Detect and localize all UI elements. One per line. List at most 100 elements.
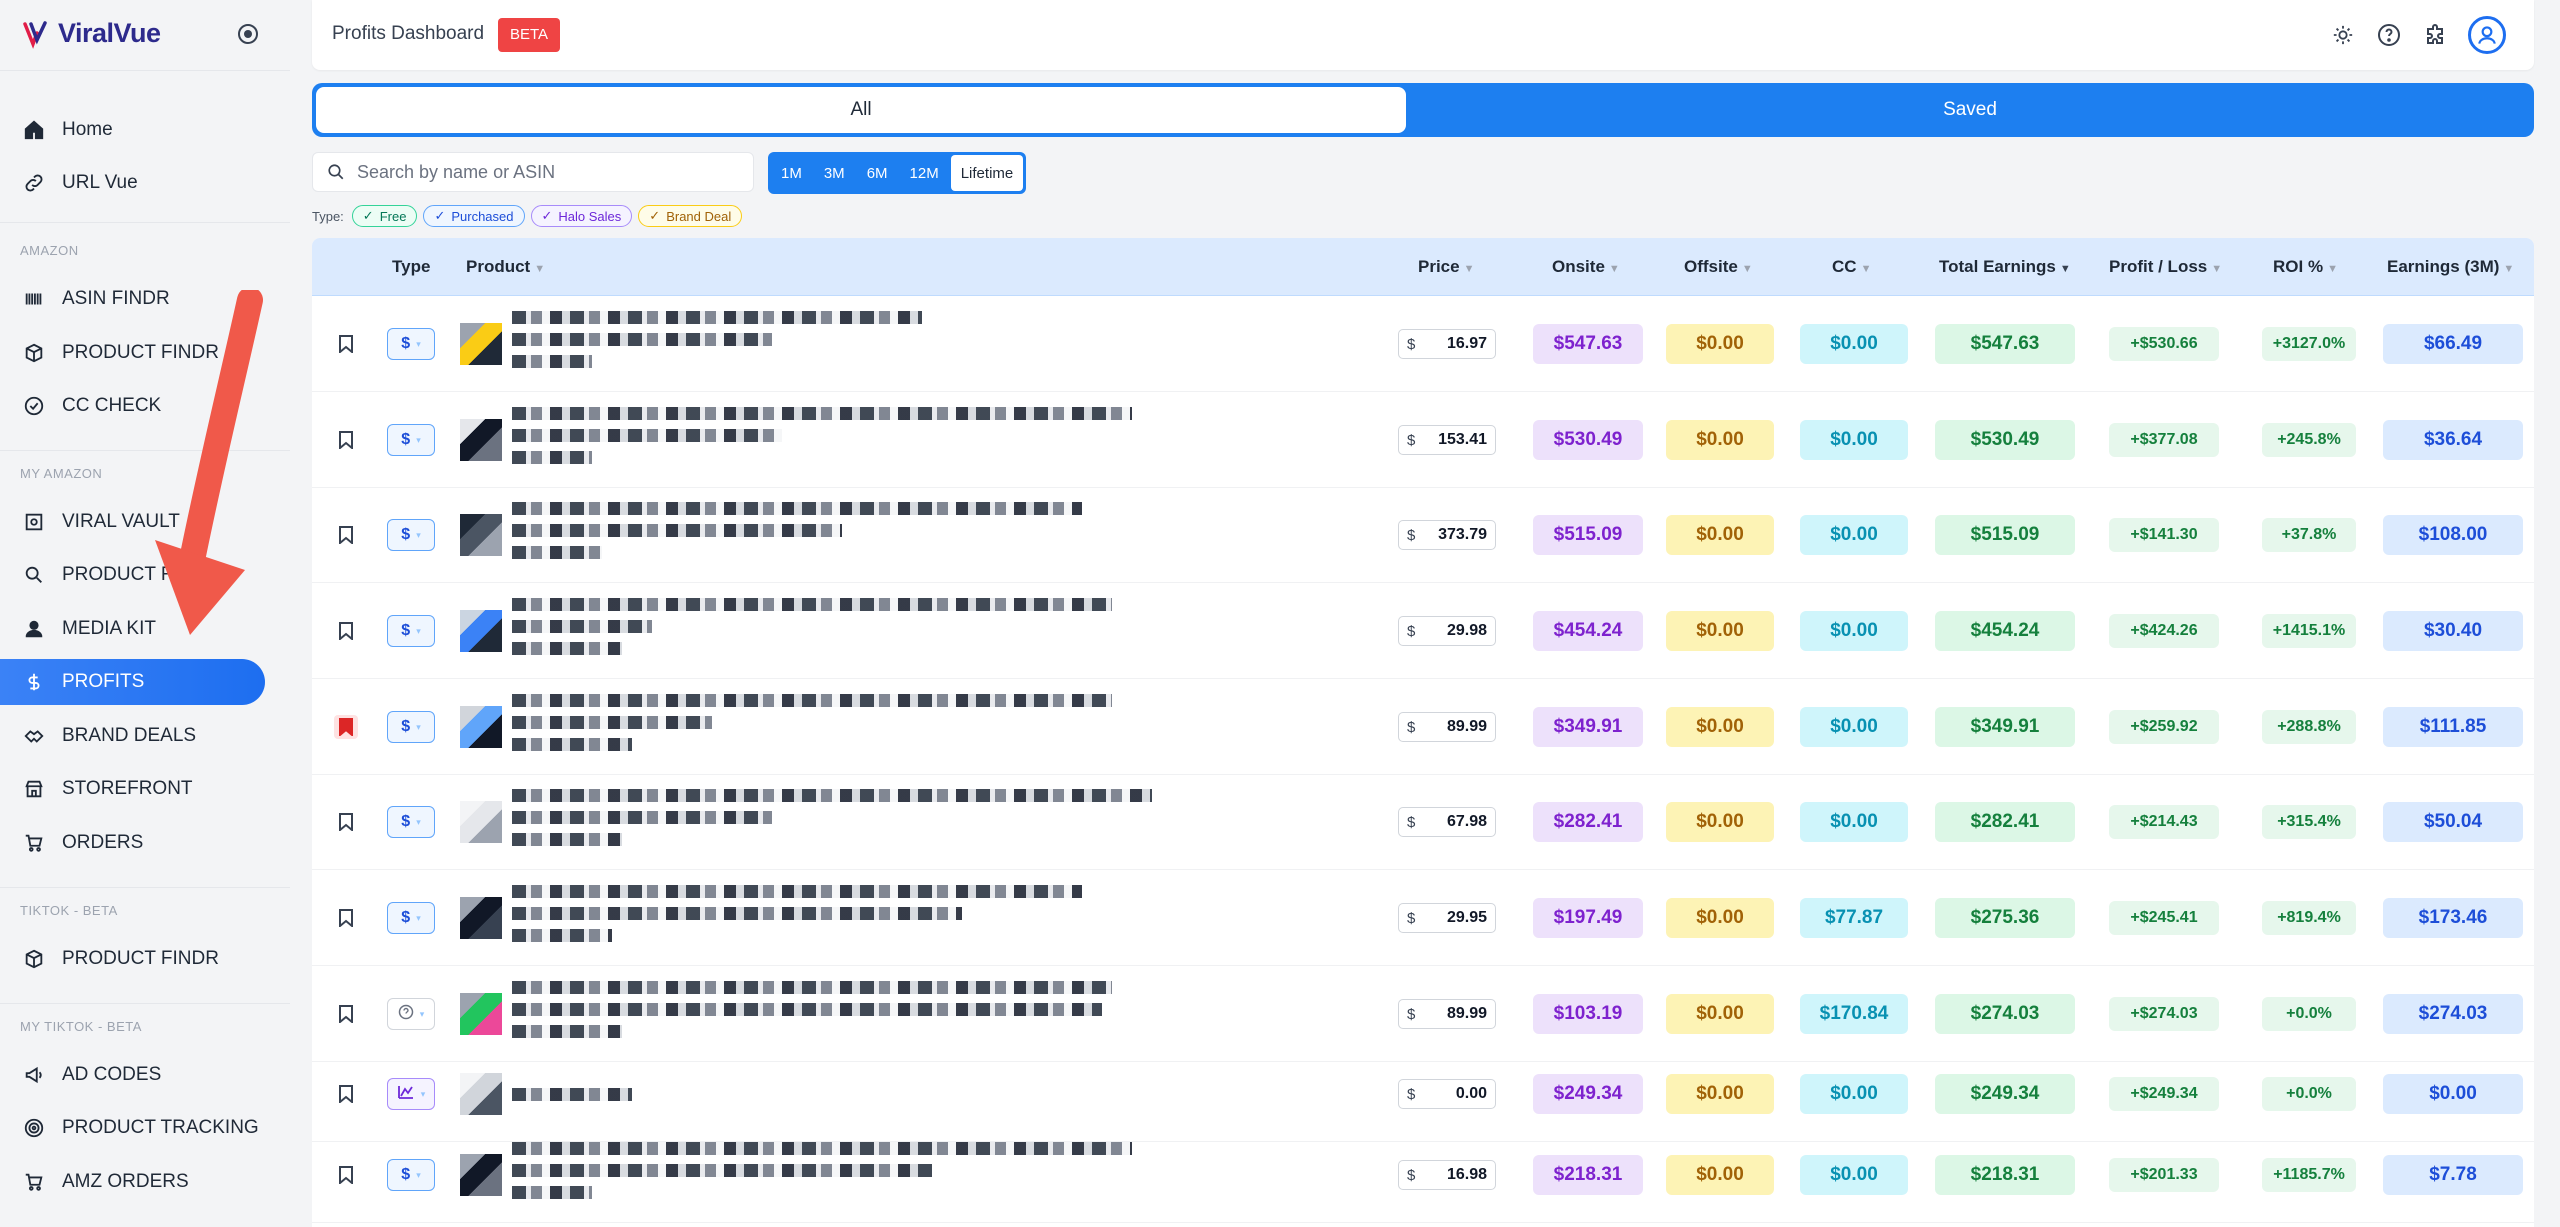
box-icon — [22, 341, 46, 365]
profit-loss-value: +$141.30 — [2109, 518, 2219, 552]
price-input[interactable]: $373.79 — [1398, 520, 1496, 550]
col-pl-label: Profit / Loss — [2109, 257, 2208, 276]
type-selector[interactable]: $ ▾ — [387, 806, 435, 838]
bookmark-icon[interactable] — [334, 1002, 358, 1026]
search-input[interactable] — [357, 161, 737, 183]
chip-purchased[interactable]: ✓ Purchased — [423, 205, 525, 227]
range-6m[interactable]: 6M — [857, 155, 898, 191]
sidebar-item-url-vue[interactable]: URL Vue — [0, 160, 265, 206]
table-row[interactable]: $ ▾ $16.98 $218.31 $0.00 $0.00 $218.31 +$201.33… — [312, 1127, 2534, 1223]
type-selector[interactable]: $ ▾ — [387, 615, 435, 647]
product-thumbnail[interactable] — [460, 801, 502, 843]
product-thumbnail[interactable] — [460, 610, 502, 652]
bookmark-icon[interactable] — [334, 523, 358, 547]
sidebar-item-asin-findr[interactable]: ASIN FINDR — [0, 276, 265, 322]
col-total-earnings[interactable]: Total Earnings ▼ — [1939, 257, 2071, 277]
sidebar-item-tiktok-product-findr[interactable]: PRODUCT FINDR — [0, 936, 265, 982]
product-thumbnail[interactable] — [460, 1073, 502, 1115]
bookmark-icon[interactable] — [334, 332, 358, 356]
type-selector[interactable]: $ ▾ — [387, 519, 435, 551]
table-row[interactable]: $ ▾ $67.98 $282.41 $0.00 $0.00 $282.41 +$214.43… — [312, 774, 2534, 870]
tab-saved[interactable]: Saved — [1410, 87, 2530, 133]
price-value: 29.98 — [1446, 622, 1487, 639]
col-product[interactable]: Product ▼ — [466, 257, 545, 277]
logo[interactable]: ViralVue — [22, 18, 161, 49]
sidebar-item-home[interactable]: Home — [0, 107, 265, 153]
product-thumbnail[interactable] — [460, 323, 502, 365]
price-input[interactable]: $16.98 — [1398, 1160, 1496, 1190]
redacted-text-line — [512, 642, 622, 655]
table-row[interactable]: $ ▾ $153.41 $530.49 $0.00 $0.00 $530.49 +$377.0… — [312, 392, 2534, 488]
sidebar-item-amz-orders[interactable]: AMZ ORDERS — [0, 1159, 265, 1205]
chip-halo-sales[interactable]: ✓ Halo Sales — [530, 205, 633, 227]
tab-all[interactable]: All — [316, 87, 1406, 133]
product-thumbnail[interactable] — [460, 706, 502, 748]
range-12m[interactable]: 12M — [900, 155, 949, 191]
range-lifetime[interactable]: Lifetime — [950, 155, 1024, 191]
puzzle-icon[interactable] — [2422, 22, 2448, 48]
price-input[interactable]: $16.97 — [1398, 329, 1496, 359]
sidebar-item-product-tracking[interactable]: PRODUCT TRACKING — [0, 1105, 265, 1151]
bookmark-icon[interactable] — [334, 1082, 358, 1106]
help-icon[interactable] — [2376, 22, 2402, 48]
sun-icon[interactable] — [2330, 22, 2356, 48]
price-input[interactable]: $29.95 — [1398, 903, 1496, 933]
theme-toggle-icon[interactable] — [238, 24, 258, 44]
price-input[interactable]: $89.99 — [1398, 712, 1496, 742]
sidebar-item-cc-check[interactable]: CC CHECK — [0, 383, 265, 429]
sidebar-item-label: PRODUCT TRACKING — [62, 1117, 259, 1138]
chip-free[interactable]: ✓ Free — [351, 205, 418, 227]
sidebar-item-viral-vault[interactable]: VIRAL VAULT — [0, 499, 265, 545]
bookmark-icon[interactable] — [334, 619, 358, 643]
table-row[interactable]: $ ▾ $29.95 $197.49 $0.00 $77.87 $275.36 +$245.4… — [312, 870, 2534, 966]
sidebar-item-ad-codes[interactable]: AD CODES — [0, 1052, 265, 1098]
sidebar-item-brand-deals[interactable]: BRAND DEALS — [0, 713, 265, 759]
type-selector[interactable]: $ ▾ — [387, 424, 435, 456]
col-cc[interactable]: CC ▼ — [1832, 257, 1871, 277]
product-thumbnail[interactable] — [460, 514, 502, 556]
price-input[interactable]: $67.98 — [1398, 807, 1496, 837]
price-input[interactable]: $153.41 — [1398, 425, 1496, 455]
price-input[interactable]: $29.98 — [1398, 616, 1496, 646]
sidebar-item-product-re[interactable]: PRODUCT RE — [0, 552, 265, 598]
sidebar-item-orders[interactable]: ORDERS — [0, 820, 265, 866]
product-thumbnail[interactable] — [460, 419, 502, 461]
user-avatar-icon[interactable] — [2468, 16, 2506, 54]
type-selector[interactable]: $ ▾ — [387, 328, 435, 360]
col-onsite[interactable]: Onsite ▼ — [1552, 257, 1620, 277]
chip-brand-deal[interactable]: ✓ Brand Deal — [638, 205, 743, 227]
product-thumbnail[interactable] — [460, 897, 502, 939]
cart-icon — [22, 831, 46, 855]
bookmark-icon[interactable] — [334, 906, 358, 930]
table-row[interactable]: $ ▾ $373.79 $515.09 $0.00 $0.00 $515.09 +$141.3… — [312, 487, 2534, 583]
table-row[interactable]: $ ▾ $89.99 $349.91 $0.00 $0.00 $349.91 +$259.92… — [312, 679, 2534, 775]
type-selector[interactable]: $ ▾ — [387, 711, 435, 743]
bookmark-icon[interactable] — [334, 1163, 358, 1187]
sidebar-item-product-findr[interactable]: PRODUCT FINDR — [0, 330, 265, 376]
type-selector[interactable]: ▾ — [387, 1078, 435, 1110]
sidebar-item-storefront[interactable]: STOREFRONT — [0, 766, 265, 812]
dollar-icon: $ — [401, 1166, 411, 1183]
table-row[interactable]: $ ▾ $29.98 $454.24 $0.00 $0.00 $454.24 +$424.26… — [312, 583, 2534, 679]
col-offsite[interactable]: Offsite ▼ — [1684, 257, 1753, 277]
bookmark-icon[interactable] — [334, 810, 358, 834]
col-roi[interactable]: ROI % ▼ — [2273, 257, 2338, 277]
col-earnings-3m[interactable]: Earnings (3M) ▼ — [2387, 257, 2514, 277]
sidebar-item-profits[interactable]: PROFITS — [0, 659, 265, 705]
range-3m[interactable]: 3M — [814, 155, 855, 191]
type-selector[interactable]: $ ▾ — [387, 1159, 435, 1191]
cc-value: $77.87 — [1800, 898, 1908, 938]
price-input[interactable]: $0.00 — [1398, 1079, 1496, 1109]
price-input[interactable]: $89.99 — [1398, 999, 1496, 1029]
product-thumbnail[interactable] — [460, 1154, 502, 1196]
col-price[interactable]: Price ▼ — [1418, 257, 1474, 277]
type-selector[interactable]: ▾ — [387, 998, 435, 1030]
product-thumbnail[interactable] — [460, 993, 502, 1035]
col-profit-loss[interactable]: Profit / Loss ▼ — [2109, 257, 2222, 277]
sidebar-item-media-kit[interactable]: MEDIA KIT — [0, 606, 265, 652]
table-row[interactable]: $ ▾ $16.97 $547.63 $0.00 $0.00 $547.63 +$530.66… — [312, 296, 2534, 392]
bookmark-icon[interactable] — [334, 428, 358, 452]
type-selector[interactable]: $ ▾ — [387, 902, 435, 934]
bookmark-icon[interactable] — [334, 715, 358, 739]
range-1m[interactable]: 1M — [771, 155, 812, 191]
